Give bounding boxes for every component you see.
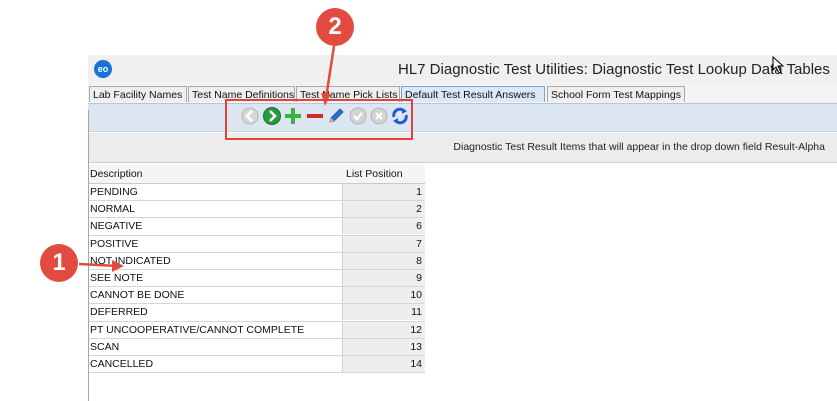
table-row[interactable]: SCAN 13 [88, 338, 425, 356]
cell-list-position[interactable]: 11 [342, 304, 425, 321]
results-table: Description List Position PENDING 1 NORMAL… [88, 165, 425, 374]
tab-bar: Lab Facility Names Test Name Definitions… [88, 85, 837, 104]
grid-caption: Diagnostic Test Result Items that will a… [453, 141, 825, 153]
table-row[interactable]: NORMAL 2 [88, 201, 425, 219]
column-header-description[interactable]: Description [90, 165, 342, 183]
toolbar-highlight-box [225, 99, 413, 140]
cell-list-position[interactable]: 10 [342, 287, 425, 304]
cell-list-position[interactable]: 13 [342, 338, 425, 355]
callout-2: 2 [316, 8, 354, 46]
table-row[interactable]: CANCELLED 14 [88, 355, 425, 374]
cell-list-position[interactable]: 8 [342, 252, 425, 269]
cell-description[interactable]: PENDING [90, 184, 340, 200]
cell-list-position[interactable]: 7 [342, 235, 425, 252]
window-title: HL7 Diagnostic Test Utilities: Diagnosti… [398, 61, 830, 78]
cell-description[interactable]: CANCELLED [90, 356, 340, 372]
table-row[interactable]: POSITIVE 7 [88, 235, 425, 253]
cell-description[interactable]: NORMAL [90, 201, 340, 217]
cell-description[interactable]: SCAN [90, 339, 340, 355]
cell-description[interactable]: DEFERRED [90, 304, 340, 320]
cell-list-position[interactable]: 14 [342, 355, 425, 372]
tab-lab-facility-names[interactable]: Lab Facility Names [89, 86, 187, 102]
table-row[interactable]: SEE NOTE 9 [88, 269, 425, 288]
tab-default-test-result-answers[interactable]: Default Test Result Answers [401, 86, 545, 102]
cell-description[interactable]: NOT INDICATED [90, 253, 340, 269]
cell-list-position[interactable]: 9 [342, 269, 425, 286]
table-row[interactable]: PENDING 1 [88, 184, 425, 202]
column-header-list-position[interactable]: List Position [342, 165, 425, 183]
cell-list-position[interactable]: 2 [342, 201, 425, 218]
grid-caption-bar: Diagnostic Test Result Items that will a… [88, 133, 837, 163]
cell-description[interactable]: CANNOT BE DONE [90, 287, 340, 303]
cell-list-position[interactable]: 1 [342, 184, 425, 200]
cell-list-position[interactable]: 12 [342, 321, 425, 338]
table-row[interactable]: DEFERRED 11 [88, 304, 425, 322]
app-logo-icon: eo [94, 60, 112, 78]
cell-description[interactable]: PT UNCOOPERATIVE/CANNOT COMPLETE [90, 322, 340, 338]
mouse-cursor-icon [772, 56, 785, 74]
table-header: Description List Position [88, 165, 425, 184]
app-window: eo HL7 Diagnostic Test Utilities: Diagno… [88, 55, 837, 401]
cell-description[interactable]: SEE NOTE [90, 270, 340, 286]
table-row[interactable]: NEGATIVE 6 [88, 218, 425, 236]
cell-list-position[interactable]: 6 [342, 218, 425, 235]
toolbar-strip [88, 104, 837, 132]
table-row[interactable]: NOT INDICATED 8 [88, 252, 425, 270]
table-row[interactable]: PT UNCOOPERATIVE/CANNOT COMPLETE 12 [88, 321, 425, 339]
cell-description[interactable]: NEGATIVE [90, 218, 340, 234]
tab-school-form-test-mappings[interactable]: School Form Test Mappings [547, 86, 685, 102]
cell-description[interactable]: POSITIVE [90, 236, 340, 252]
callout-1: 1 [40, 244, 78, 282]
title-bar: eo HL7 Diagnostic Test Utilities: Diagno… [88, 55, 837, 85]
table-row[interactable]: CANNOT BE DONE 10 [88, 287, 425, 305]
window-left-border [88, 110, 89, 401]
